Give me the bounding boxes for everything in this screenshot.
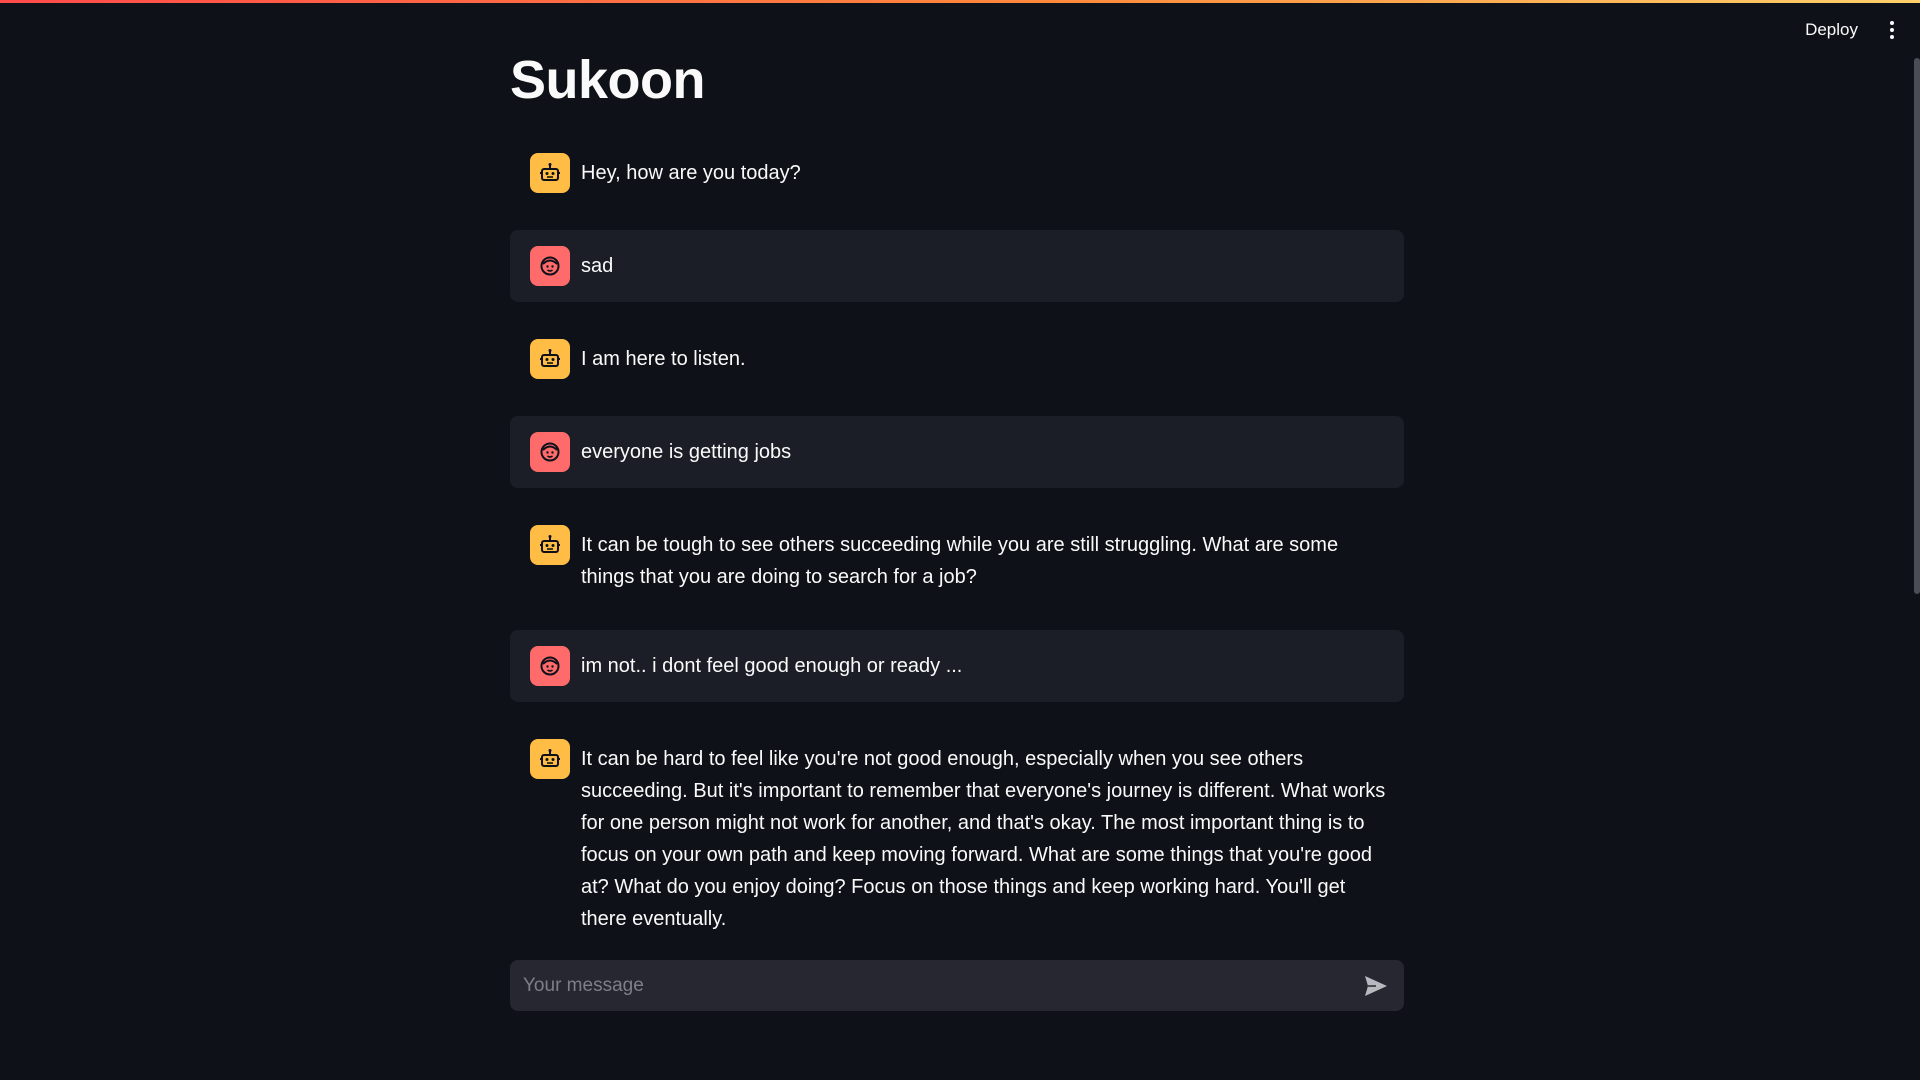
face-icon: [530, 246, 570, 286]
message-text: It can be hard to feel like you're not g…: [581, 748, 1386, 930]
message-text: im not.. i dont feel good enough or read…: [581, 655, 963, 677]
chat-message-user: sad: [510, 230, 1404, 302]
top-decoration-stripe: [0, 0, 1920, 3]
chat-message-assistant: Hey, how are you today?: [510, 137, 1404, 209]
message-input[interactable]: [521, 973, 1362, 998]
scrollbar-thumb[interactable]: [1914, 58, 1920, 594]
message-text: everyone is getting jobs: [581, 441, 792, 463]
face-icon: [530, 646, 570, 686]
app-header: Deploy: [1805, 3, 1920, 57]
chat-message-assistant: It can be tough to see others succeeding…: [510, 509, 1404, 609]
send-icon[interactable]: [1362, 972, 1390, 1000]
chat-message-user: im not.. i dont feel good enough or read…: [510, 630, 1404, 702]
chat-message-assistant: It can be hard to feel like you're not g…: [510, 723, 1404, 940]
chat-message-assistant: I am here to listen.: [510, 323, 1404, 395]
message-text: sad: [581, 255, 614, 277]
page-title: Sukoon: [510, 50, 706, 110]
message-text: I am here to listen.: [581, 348, 746, 370]
robot-icon: [530, 339, 570, 379]
chat-history: Hey, how are you today? sad I am here to…: [510, 137, 1404, 940]
kebab-menu-icon[interactable]: [1880, 15, 1904, 45]
message-text: It can be tough to see others succeeding…: [581, 534, 1339, 588]
robot-icon: [530, 153, 570, 193]
robot-icon: [530, 739, 570, 779]
face-icon: [530, 432, 570, 472]
deploy-button[interactable]: Deploy: [1805, 20, 1858, 40]
message-text: Hey, how are you today?: [581, 162, 801, 184]
chat-input-bar: [510, 960, 1404, 1011]
chat-message-user: everyone is getting jobs: [510, 416, 1404, 488]
robot-icon: [530, 525, 570, 565]
